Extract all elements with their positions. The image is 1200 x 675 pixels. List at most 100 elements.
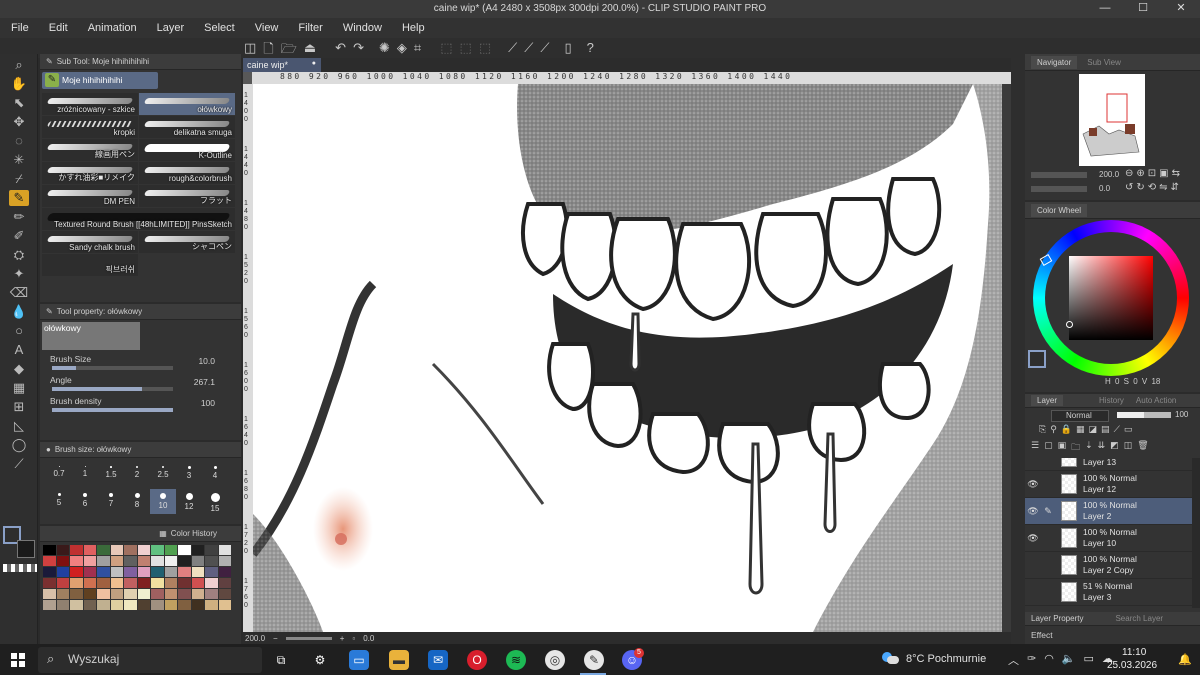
color-swatch[interactable]: [178, 589, 191, 599]
color-swatch[interactable]: [83, 556, 96, 566]
maximize-button[interactable]: ☐: [1124, 0, 1162, 18]
color-marker[interactable]: [1066, 321, 1073, 328]
color-swatch[interactable]: [137, 545, 150, 555]
magic-wand-tool-icon[interactable]: ✳: [9, 152, 29, 168]
color-swatch[interactable]: [178, 556, 191, 566]
color-swatch[interactable]: [70, 556, 83, 566]
fit-icon[interactable]: ⊡: [1148, 168, 1156, 179]
flip-h-icon[interactable]: ⇋: [1159, 182, 1167, 193]
ruler-link-icon[interactable]: ⟋: [1114, 424, 1120, 440]
color-swatch[interactable]: [191, 578, 204, 588]
size-option[interactable]: 15: [202, 489, 228, 514]
brush-item[interactable]: Textured Round Brush [[48hLIMITED]] Pins…: [42, 208, 235, 230]
zoom-out-icon[interactable]: −: [273, 634, 278, 643]
menu-view[interactable]: View: [244, 22, 288, 34]
color-swatch[interactable]: [137, 556, 150, 566]
color-swatch[interactable]: [124, 545, 137, 555]
size-option[interactable]: 12: [176, 489, 202, 514]
menu-layer[interactable]: Layer: [146, 22, 194, 34]
zoom-tool-icon[interactable]: ⌕: [9, 57, 29, 73]
color-swatch[interactable]: [124, 556, 137, 566]
new-raster-layer-icon[interactable]: ▢: [1044, 440, 1053, 456]
color-swatch[interactable]: [218, 545, 231, 555]
size-option[interactable]: 0.7: [46, 462, 72, 487]
brush-item[interactable]: K-Outline: [139, 139, 235, 161]
ruler-tool-icon[interactable]: ◺: [9, 418, 29, 434]
color-swatch[interactable]: [83, 589, 96, 599]
canvas-scrollbar-vertical[interactable]: [1002, 84, 1011, 632]
pencil-tool-icon[interactable]: ✏: [9, 209, 29, 225]
color-swatch[interactable]: [124, 567, 137, 577]
color-swatch[interactable]: [43, 589, 56, 599]
brush-size-slider[interactable]: Brush Size 10.0: [40, 352, 241, 373]
color-swatch[interactable]: [151, 589, 164, 599]
brush-item[interactable]: 픽브러쉬: [42, 254, 138, 276]
color-swatch[interactable]: [97, 600, 110, 610]
lock-icon[interactable]: 🔒: [1061, 424, 1072, 440]
color-swatch[interactable]: [124, 578, 137, 588]
color-swatch[interactable]: [178, 578, 191, 588]
color-swatch[interactable]: [218, 589, 231, 599]
size-option[interactable]: 5: [46, 489, 72, 514]
color-swatch[interactable]: [218, 600, 231, 610]
clock-time[interactable]: 11:10: [1122, 647, 1146, 658]
brush-item[interactable]: kropki: [42, 116, 138, 138]
combine-icon[interactable]: ⇊: [1098, 440, 1106, 456]
color-swatch[interactable]: [218, 556, 231, 566]
taskbar-search[interactable]: ⌕ Wyszukaj: [38, 647, 262, 673]
lock-alpha-icon[interactable]: ▦: [1076, 424, 1085, 440]
weather-icon[interactable]: [882, 652, 899, 666]
color-swatch[interactable]: [97, 578, 110, 588]
angle-slider[interactable]: Angle 267.1: [40, 373, 241, 394]
color-swatch[interactable]: [124, 600, 137, 610]
brush-item[interactable]: delikatna smuga: [139, 116, 235, 138]
color-swatch[interactable]: [151, 578, 164, 588]
blend-tool-icon[interactable]: 💧: [9, 304, 29, 320]
zoom-in-icon[interactable]: ⊕: [1136, 168, 1144, 179]
color-swatch[interactable]: [110, 545, 123, 555]
current-color-swatch[interactable]: [1028, 350, 1046, 368]
color-swatch[interactable]: [178, 567, 191, 577]
color-swatch[interactable]: [178, 600, 191, 610]
color-swatch[interactable]: [205, 600, 218, 610]
color-swatch[interactable]: [97, 589, 110, 599]
figure-tool-icon[interactable]: ○: [9, 323, 29, 339]
color-wheel-tab[interactable]: Color Wheel: [1031, 203, 1088, 217]
decoration-tool-icon[interactable]: ✦: [9, 266, 29, 282]
sub-view-tab[interactable]: Sub View: [1081, 56, 1127, 69]
color-swatch[interactable]: [205, 545, 218, 555]
navigator-rotate[interactable]: 0.0: [1099, 184, 1110, 193]
menu-select[interactable]: Select: [193, 22, 244, 34]
color-swatch[interactable]: [205, 567, 218, 577]
color-swatch[interactable]: [97, 567, 110, 577]
blend-mode-select[interactable]: Normal: [1051, 410, 1109, 422]
color-swatch[interactable]: [137, 567, 150, 577]
color-swatch[interactable]: [56, 545, 69, 555]
color-swatch[interactable]: [164, 589, 177, 599]
sub-tool-group-tab[interactable]: ✎ Moje hihihihihihi: [42, 72, 158, 89]
lasso-tool-icon[interactable]: ◌: [9, 133, 29, 149]
color-swatch[interactable]: [70, 567, 83, 577]
size-option[interactable]: 7: [98, 489, 124, 514]
color-swatch[interactable]: [70, 589, 83, 599]
color-swatch[interactable]: [137, 600, 150, 610]
settings-icon[interactable]: ⚙: [310, 650, 330, 670]
brush-item[interactable]: かすれ油彩■リメイク: [42, 162, 138, 184]
color-swatch[interactable]: [110, 578, 123, 588]
layer-row[interactable]: 100 % Normal Layer 2 Copy: [1025, 552, 1192, 579]
zoom-slider[interactable]: [285, 636, 332, 640]
draft-icon[interactable]: ▭: [1124, 424, 1133, 440]
outlook-icon[interactable]: ✉: [428, 650, 448, 670]
clip-studio-icon[interactable]: ◎: [545, 650, 565, 670]
layer-row[interactable]: 👁 100 % Normal Layer 10: [1025, 525, 1192, 552]
color-swatch[interactable]: [43, 545, 56, 555]
clock-date[interactable]: 25.03.2026: [1107, 660, 1157, 671]
reference-icon[interactable]: ⚲: [1050, 424, 1057, 440]
menu-help[interactable]: Help: [391, 22, 434, 34]
size-option[interactable]: 2: [124, 462, 150, 487]
size-option[interactable]: 1: [72, 462, 98, 487]
apply-mask-icon[interactable]: ◫: [1124, 440, 1133, 456]
color-swatch[interactable]: [56, 556, 69, 566]
eye-icon[interactable]: 👁: [1025, 533, 1041, 544]
eye-icon[interactable]: 👁: [1025, 479, 1041, 490]
